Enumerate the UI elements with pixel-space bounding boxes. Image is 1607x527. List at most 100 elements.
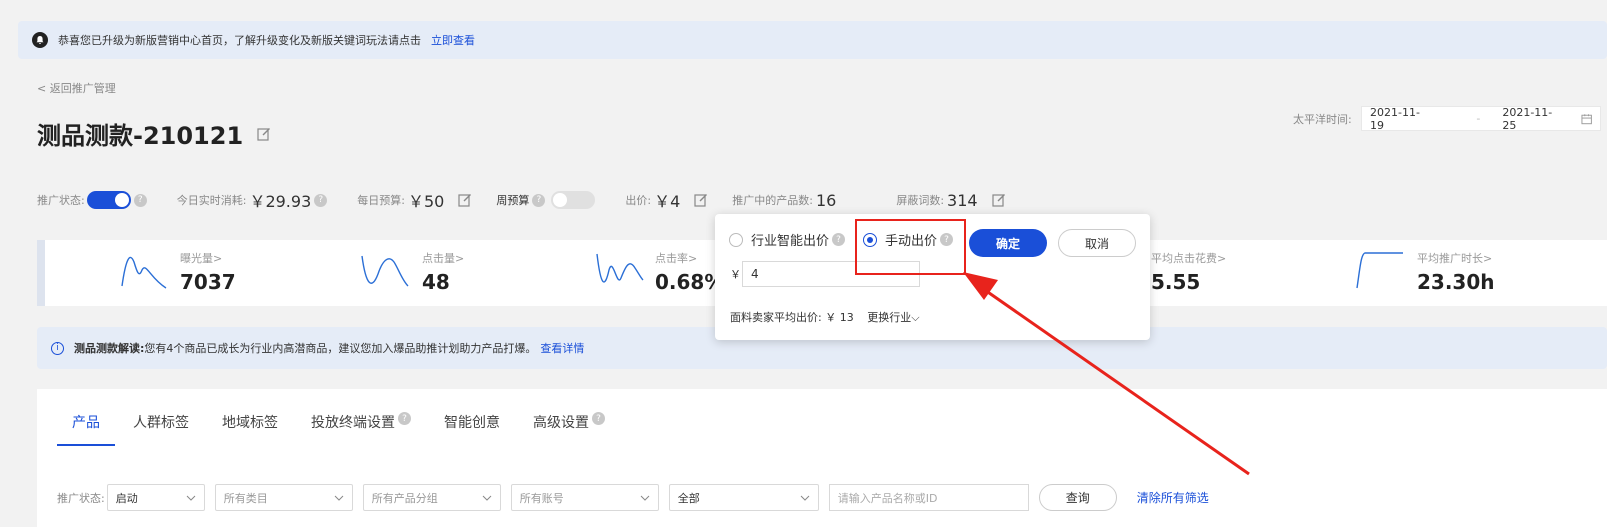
tab-advanced-settings[interactable]: 高级设置? xyxy=(518,412,620,446)
promo-status-label: 推广状态: xyxy=(37,194,85,207)
clear-filters-link[interactable]: 清除所有筛选 xyxy=(1137,489,1209,506)
smart-bid-option[interactable]: 行业智能出价 ? xyxy=(729,230,846,249)
status-select[interactable]: 启动 xyxy=(106,484,205,511)
campaign-status-bar: 推广状态: ? 今日实时消耗: ￥29.93 ? 每日预算: ￥50 周预算 ?… xyxy=(37,190,1237,211)
today-spend-label: 今日实时消耗: xyxy=(176,194,247,207)
tab-label: 高级设置 xyxy=(533,415,589,431)
bid-label: 出价: xyxy=(625,194,652,207)
bid-value: ￥4 xyxy=(654,192,681,211)
tab-smart-creative[interactable]: 智能创意 xyxy=(429,412,515,446)
tab-label: 人群标签 xyxy=(133,415,189,431)
metric-label: 点击量> xyxy=(422,252,465,265)
sparkline-icon xyxy=(596,253,644,283)
view-details-link[interactable]: 查看详情 xyxy=(540,340,584,356)
page-title: 测品测款-210121 xyxy=(37,122,244,150)
product-group-select[interactable]: 所有产品分组 xyxy=(362,484,501,511)
view-now-link[interactable]: 立即查看 xyxy=(431,32,475,48)
change-industry-link[interactable]: 更换行业⌵ xyxy=(867,311,919,324)
category-select[interactable]: 所有类目 xyxy=(214,484,353,511)
tab-label: 产品 xyxy=(72,415,100,431)
chevron-down-icon xyxy=(334,495,344,501)
smart-bid-label: 行业智能出价 xyxy=(751,234,830,249)
metric-value: 23.30h xyxy=(1417,270,1495,294)
help-icon[interactable]: ? xyxy=(592,412,605,425)
products-in-promo-value: 16 xyxy=(815,190,837,210)
confirm-button[interactable]: 确定 xyxy=(969,229,1047,257)
filter-status-label: 推广状态: xyxy=(57,491,105,505)
tip-text: 您有4个商品已成长为行业内高潜商品，建议您加入爆品助推计划助力产品打爆。 xyxy=(144,342,537,355)
account-select[interactable]: 所有账号 xyxy=(510,484,659,511)
metric-label: 点击率> xyxy=(655,252,698,265)
bid-amount-value: 4 xyxy=(751,267,759,281)
query-button[interactable]: 查询 xyxy=(1038,484,1117,511)
metric-value: 7037 xyxy=(180,270,236,294)
tab-audience-tags[interactable]: 人群标签 xyxy=(118,412,204,446)
metric-label: 平均推广时长> xyxy=(1417,252,1493,265)
weekly-budget-toggle[interactable] xyxy=(551,191,596,209)
metric-label: 曝光量> xyxy=(180,252,223,265)
avg-bid-value: ￥ 13 xyxy=(825,311,854,324)
settings-tabs: 产品 人群标签 地域标签 投放终端设置? 智能创意 高级设置? xyxy=(57,412,623,446)
scope-select[interactable]: 全部 xyxy=(668,484,819,511)
tab-region-tags[interactable]: 地域标签 xyxy=(207,412,293,446)
edit-title-icon[interactable] xyxy=(257,127,271,141)
daily-budget-value: ￥50 xyxy=(407,192,445,211)
date-range-picker[interactable]: 2021-11-19 - 2021-11-25 xyxy=(1361,106,1601,132)
date-start[interactable]: 2021-11-19 xyxy=(1370,106,1430,132)
tab-label: 地域标签 xyxy=(222,415,278,431)
category-select-placeholder: 所有类目 xyxy=(223,491,268,505)
calendar-icon[interactable] xyxy=(1581,113,1592,125)
scope-select-value: 全部 xyxy=(677,491,700,505)
metric-value: 48 xyxy=(422,270,450,294)
sparkline-icon xyxy=(121,256,167,289)
tab-label: 智能创意 xyxy=(444,415,500,431)
date-separator: - xyxy=(1476,112,1481,125)
products-panel: 产品 人群标签 地域标签 投放终端设置? 智能创意 高级设置? 推广状态: 启动… xyxy=(37,389,1607,527)
date-end[interactable]: 2021-11-25 xyxy=(1502,106,1562,132)
cancel-button[interactable]: 取消 xyxy=(1058,229,1136,257)
product-group-placeholder: 所有产品分组 xyxy=(371,491,438,505)
timezone-label: 太平洋时间: xyxy=(1293,113,1352,126)
change-industry-label: 更换行业 xyxy=(867,311,912,324)
status-select-value: 启动 xyxy=(115,491,138,505)
tab-label: 投放终端设置 xyxy=(311,415,395,431)
promo-status-toggle[interactable] xyxy=(86,191,131,209)
account-select-placeholder: 所有账号 xyxy=(519,491,564,505)
blocked-words-value: 314 xyxy=(947,190,978,210)
today-spend-value: ￥29.93 xyxy=(249,192,312,211)
metric-label: 平均点击花费> xyxy=(1151,252,1227,265)
avg-bid-label: 面料卖家平均出价: xyxy=(730,311,822,324)
edit-bid-icon[interactable] xyxy=(694,193,708,207)
help-icon[interactable]: ? xyxy=(532,193,546,207)
filter-bar: 推广状态: 启动 所有类目 所有产品分组 所有账号 全部 请输入产品名称或ID … xyxy=(57,484,1209,511)
blocked-words-label: 屏蔽词数: xyxy=(896,194,945,207)
tip-title: 测品测款解读: xyxy=(74,342,145,355)
chevron-down-icon xyxy=(800,495,810,501)
bell-icon xyxy=(32,32,48,48)
page-title-row: 测品测款-210121 xyxy=(37,116,271,151)
upgrade-notice-banner: 恭喜您已升级为新版营销中心首页，了解升级变化及新版关键词玩法请点击 立即查看 xyxy=(18,21,1607,59)
weekly-budget-label: 周预算 xyxy=(496,194,530,207)
back-to-promotion-link[interactable]: < 返回推广管理 xyxy=(37,80,116,96)
notice-text: 恭喜您已升级为新版营销中心首页，了解升级变化及新版关键词玩法请点击 xyxy=(58,34,421,47)
tab-device-settings[interactable]: 投放终端设置? xyxy=(296,412,426,446)
product-search-input[interactable]: 请输入产品名称或ID xyxy=(828,484,1029,511)
daily-budget-label: 每日预算: xyxy=(357,194,405,207)
edit-budget-icon[interactable] xyxy=(458,193,472,207)
help-icon[interactable]: ? xyxy=(133,193,147,207)
help-icon[interactable]: ? xyxy=(832,233,846,246)
help-icon[interactable]: ? xyxy=(314,193,328,207)
help-icon[interactable]: ? xyxy=(398,412,411,425)
search-placeholder: 请输入产品名称或ID xyxy=(837,491,938,505)
chevron-down-icon xyxy=(482,495,492,501)
metric-value: 0.68% xyxy=(655,270,725,294)
sparkline-icon xyxy=(361,255,409,287)
annotation-highlight-box xyxy=(855,219,966,275)
edit-blocked-words-icon[interactable] xyxy=(991,193,1006,207)
chevron-down-icon xyxy=(186,495,196,501)
smart-bid-radio[interactable] xyxy=(729,232,743,247)
currency-symbol: ￥ xyxy=(730,268,741,281)
tab-products[interactable]: 产品 xyxy=(57,412,115,446)
sparkline-icon xyxy=(1356,252,1403,289)
info-icon: i xyxy=(51,341,64,355)
